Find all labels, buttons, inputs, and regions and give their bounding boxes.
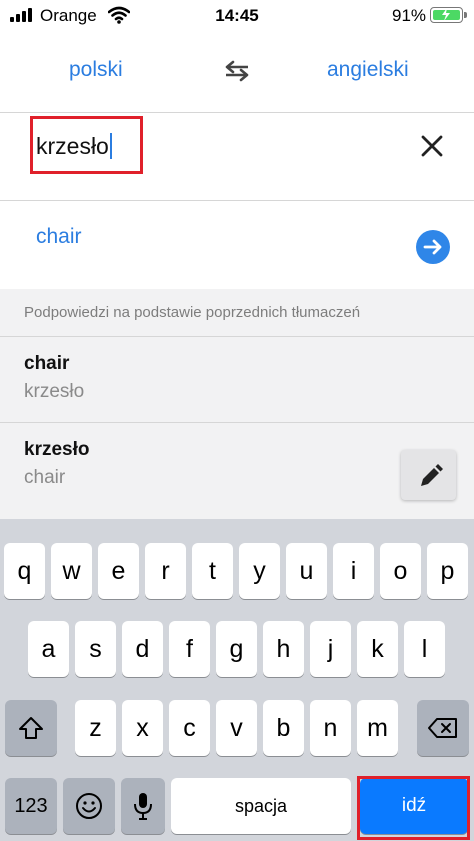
go-key-highlight-box [357,776,470,840]
battery-icon [430,7,467,23]
key-q[interactable]: q [4,543,45,599]
suggestion-translation: krzesło [24,381,85,402]
key-w[interactable]: w [51,543,92,599]
microphone-icon [134,793,152,820]
key-b[interactable]: b [263,700,304,756]
translate-screen: Orange 14:45 91% polski angielski krzesł… [0,0,474,841]
dictation-key[interactable] [121,778,165,834]
key-l[interactable]: l [404,621,445,677]
shift-icon [19,717,43,739]
numbers-key[interactable]: 123 [5,778,57,834]
backspace-icon [428,718,457,738]
key-e[interactable]: e [98,543,139,599]
key-f[interactable]: f [169,621,210,677]
key-h[interactable]: h [263,621,304,677]
language-bar: polski angielski [0,30,474,113]
emoji-key[interactable] [63,778,115,834]
key-j[interactable]: j [310,621,351,677]
suggestion-item[interactable]: chair krzesło [0,336,474,422]
translation-result[interactable]: chair [0,201,474,289]
backspace-key[interactable] [417,700,469,756]
key-d[interactable]: d [122,621,163,677]
suggestion-translation: chair [24,467,66,488]
key-p[interactable]: p [427,543,468,599]
key-m[interactable]: m [357,700,398,756]
key-g[interactable]: g [216,621,257,677]
close-icon[interactable] [418,132,446,160]
arrow-right-icon [423,239,442,255]
key-y[interactable]: y [239,543,280,599]
key-t[interactable]: t [192,543,233,599]
key-a[interactable]: a [28,621,69,677]
open-translation-button[interactable] [416,230,450,264]
key-z[interactable]: z [75,700,116,756]
status-bar: Orange 14:45 91% [0,0,474,30]
key-k[interactable]: k [357,621,398,677]
key-r[interactable]: r [145,543,186,599]
pen-icon [421,464,443,486]
shift-key[interactable] [5,700,57,756]
key-x[interactable]: x [122,700,163,756]
key-o[interactable]: o [380,543,421,599]
suggestion-word: krzesło [24,439,90,460]
swap-languages-icon[interactable] [222,60,252,82]
input-highlight-box [30,116,143,174]
handwriting-button[interactable] [401,450,456,500]
key-c[interactable]: c [169,700,210,756]
translation-text: chair [36,225,82,248]
key-i[interactable]: i [333,543,374,599]
key-u[interactable]: u [286,543,327,599]
suggestion-word: chair [24,353,70,374]
key-s[interactable]: s [75,621,116,677]
key-n[interactable]: n [310,700,351,756]
target-language-button[interactable]: angielski [327,58,409,82]
source-language-button[interactable]: polski [69,58,123,82]
space-key[interactable]: spacja [171,778,351,834]
key-v[interactable]: v [216,700,257,756]
source-text-area[interactable]: krzesło [0,113,474,201]
battery-percentage: 91% [392,6,427,25]
suggestions-header: Podpowiedzi na podstawie poprzednich tłu… [24,304,361,321]
emoji-icon [76,793,102,819]
